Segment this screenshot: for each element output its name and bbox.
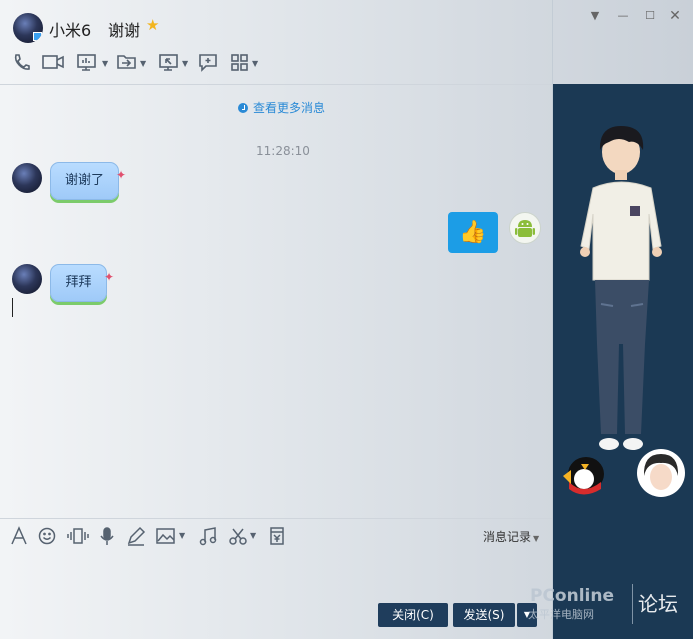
watermark-brand-cn: 太平洋电脑网 (528, 608, 594, 621)
chevron-down-icon[interactable]: ▼ (140, 59, 146, 68)
skin-menu-icon[interactable]: ▼ (587, 8, 603, 24)
send-button[interactable]: 发送(S) (453, 603, 515, 627)
history-label[interactable]: 消息记录 (483, 530, 531, 544)
thumbs-up-sticker: 👍 (448, 212, 498, 253)
close-icon[interactable]: ✕ (667, 8, 683, 24)
remote-assist-icon[interactable] (158, 52, 180, 76)
kite-decoration-icon: ✦ (115, 168, 126, 182)
watermark-brand: PConline (530, 586, 615, 606)
voice-icon[interactable] (99, 526, 115, 546)
video-icon[interactable] (42, 52, 64, 76)
chevron-down-icon[interactable]: ▼ (102, 59, 108, 68)
chat-window: 小米6 谢谢 ★ ▼ ▼ ▼ ▼ ▼ — ☐ ✕ 查看更多消息 11:28:10… (0, 0, 693, 639)
chat-header: 小米6 谢谢 ★ ▼ ▼ ▼ ▼ (0, 0, 553, 84)
font-icon[interactable] (10, 526, 28, 546)
apps-icon[interactable] (230, 52, 252, 76)
message-bubble: 拜拜 ✦ (50, 264, 114, 302)
image-icon[interactable] (156, 526, 176, 546)
star-icon[interactable]: ★ (146, 17, 162, 33)
music-icon[interactable] (198, 526, 218, 546)
sender-avatar[interactable] (12, 264, 42, 294)
watermark-forum: 论坛 (638, 592, 678, 616)
phone-icon[interactable] (12, 52, 30, 76)
input-divider (0, 518, 553, 519)
message-text: 👍 (459, 220, 487, 245)
shake-icon[interactable] (67, 526, 89, 546)
screenshot-icon[interactable] (228, 526, 248, 546)
header-divider (0, 84, 553, 85)
contact-avatar[interactable] (13, 13, 43, 43)
view-more-label[interactable]: 查看更多消息 (253, 101, 325, 115)
contact-name[interactable]: 小米6 (49, 17, 91, 41)
message-text: 拜拜 (65, 275, 92, 290)
view-more-link[interactable]: 查看更多消息 (238, 99, 325, 116)
chevron-down-icon[interactable]: ▼ (250, 531, 256, 540)
profile-show-panel (553, 84, 693, 639)
watermark-divider (632, 584, 633, 624)
sender-avatar[interactable] (12, 163, 42, 193)
close-button[interactable]: 关闭(C) (378, 603, 448, 627)
transfer-file-icon[interactable] (116, 52, 138, 76)
maximize-icon[interactable]: ☐ (642, 8, 658, 24)
pen-icon[interactable] (126, 526, 146, 546)
chevron-down-icon[interactable]: ▼ (179, 531, 185, 540)
text-cursor (12, 298, 13, 317)
self-avatar[interactable] (509, 212, 541, 244)
message-text: 谢谢了 (64, 173, 104, 188)
red-packet-icon[interactable] (268, 526, 286, 546)
chevron-down-icon[interactable]: ▼ (252, 59, 258, 68)
message-timestamp: 11:28:10 (256, 144, 310, 158)
online-status-icon (33, 32, 42, 41)
android-icon (515, 220, 535, 237)
message-bubble: 谢谢了 ✦ (50, 162, 126, 200)
contact-signature: 谢谢 (108, 21, 141, 40)
clock-icon (238, 103, 248, 113)
add-note-icon[interactable] (198, 52, 220, 76)
screen-share-icon[interactable] (76, 52, 98, 76)
emoji-icon[interactable] (38, 526, 56, 546)
message-history-button[interactable]: 消息记录 ▼ (483, 528, 539, 545)
avatar-show-figure (563, 126, 685, 497)
chevron-down-icon[interactable]: ▼ (182, 59, 188, 68)
kite-decoration-icon: ✦ (103, 270, 114, 284)
minimize-icon[interactable]: — (615, 8, 631, 24)
chevron-down-icon[interactable]: ▼ (533, 534, 539, 543)
